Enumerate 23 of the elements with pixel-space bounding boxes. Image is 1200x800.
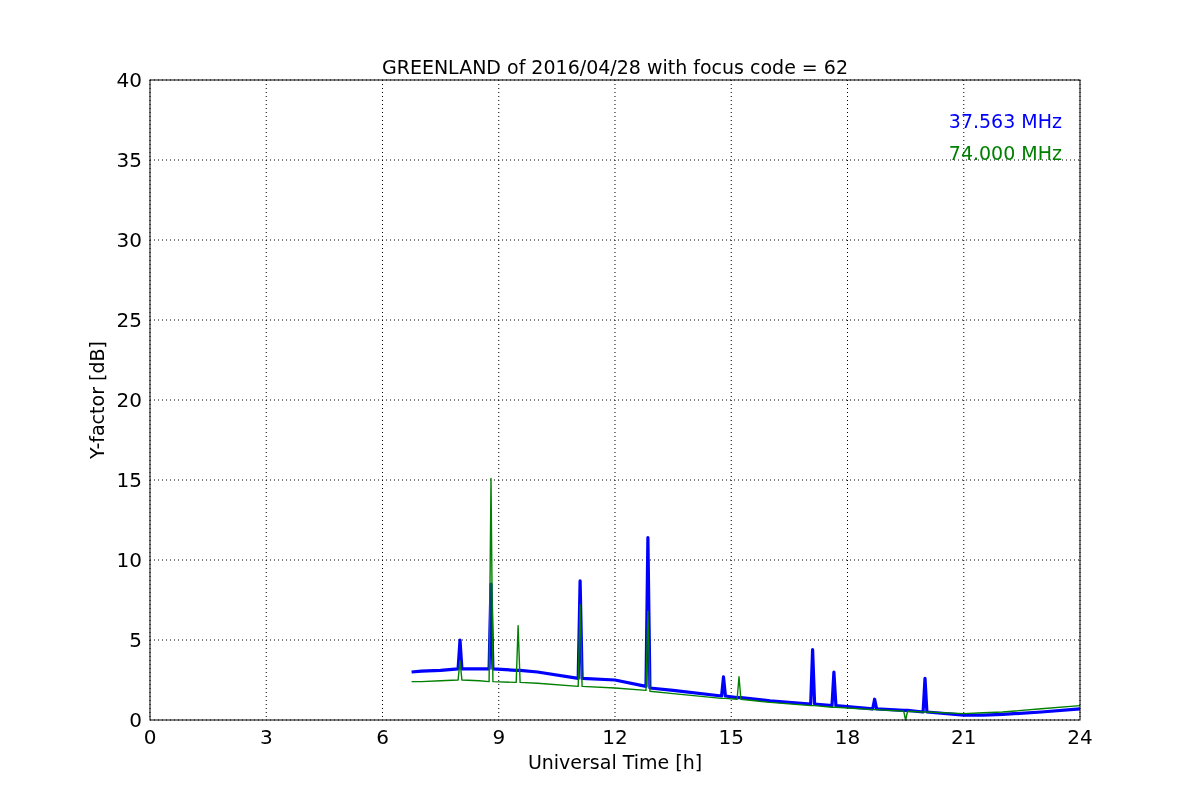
- legend-label: 74.000 MHz: [948, 142, 1062, 164]
- y-tick-label: 40: [116, 68, 142, 92]
- x-tick-label: 9: [492, 725, 506, 749]
- y-tick-label: 10: [116, 548, 142, 572]
- y-axis-label: Y-factor [dB]: [86, 341, 108, 459]
- y-tick-label: 15: [116, 468, 142, 492]
- x-tick-label: 6: [376, 725, 389, 749]
- x-tick-label: 3: [259, 725, 273, 749]
- y-tick-label: 35: [116, 148, 142, 172]
- y-tick-label: 20: [116, 388, 142, 412]
- legend-label: 37.563 MHz: [948, 110, 1062, 132]
- y-tick-label: 25: [116, 308, 142, 332]
- x-tick-label: 12: [602, 725, 628, 749]
- y-tick-label: 0: [129, 708, 142, 732]
- chart-title: GREENLAND of 2016/04/28 with focus code = 62: [382, 56, 848, 78]
- x-tick-label: 0: [143, 725, 157, 749]
- y-tick-label: 5: [129, 628, 142, 652]
- x-axis-label: Universal Time [h]: [527, 751, 703, 773]
- y-tick-label: 30: [116, 228, 142, 252]
- x-tick-label: 15: [718, 725, 744, 749]
- x-tick-label: 24: [1067, 725, 1093, 749]
- x-tick-label: 21: [951, 725, 977, 749]
- x-tick-label: 18: [834, 725, 861, 749]
